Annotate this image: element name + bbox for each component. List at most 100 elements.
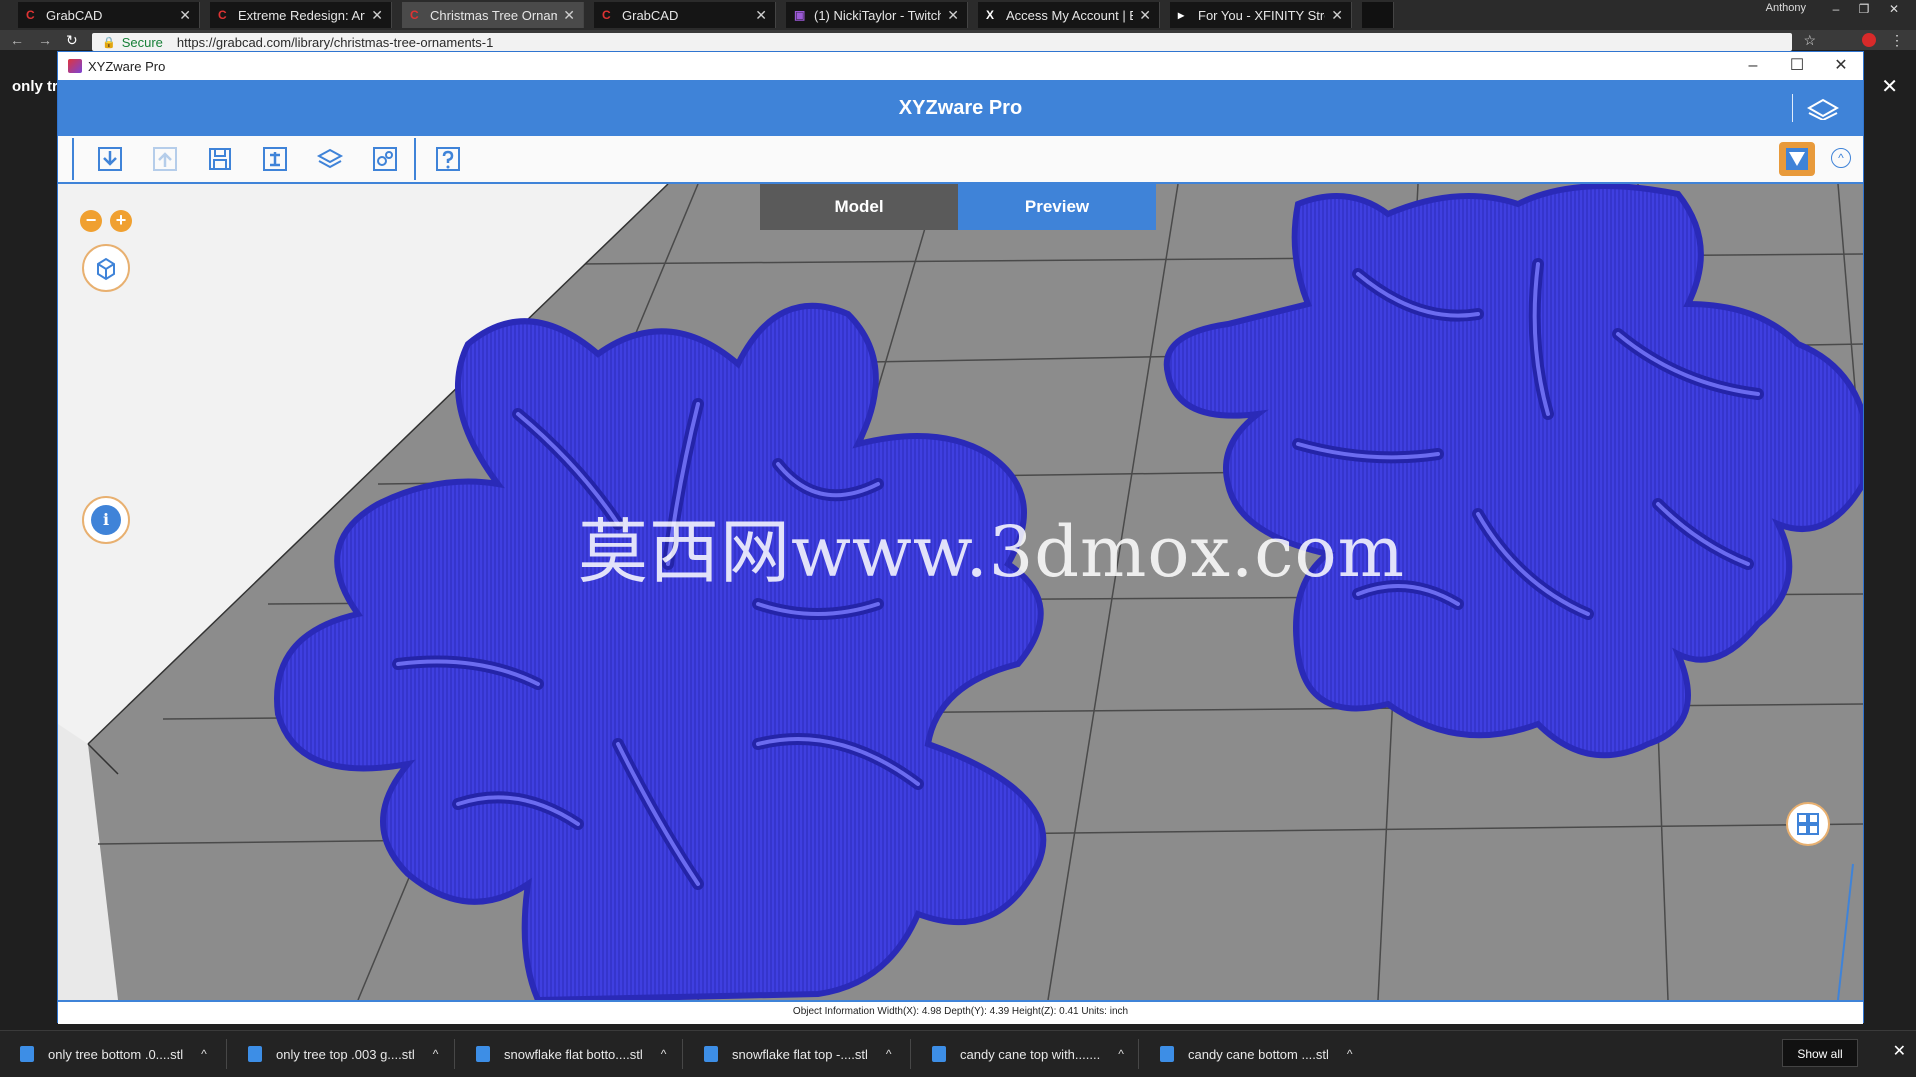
print-icon bbox=[263, 147, 287, 171]
back-icon[interactable]: ← bbox=[10, 32, 24, 48]
download-item[interactable]: candy cane top with....... ^ bbox=[932, 1031, 1124, 1077]
divider bbox=[1138, 1039, 1139, 1069]
close-icon[interactable]: ✕ bbox=[1881, 74, 1898, 99]
browser-tab[interactable]: ▸ For You - XFINITY Stream ✕ bbox=[1170, 2, 1352, 28]
download-item[interactable]: candy cane bottom ....stl ^ bbox=[1160, 1031, 1353, 1077]
plus-icon: + bbox=[115, 210, 127, 230]
xyzware-window: XYZware Pro – ☐ ✕ XYZware Pro ^ Model Pr… bbox=[58, 52, 1863, 1024]
chevron-up-icon[interactable]: ^ bbox=[1347, 1047, 1353, 1061]
twitch-icon: ▣ bbox=[794, 8, 806, 22]
chevron-up-icon[interactable]: ^ bbox=[886, 1047, 892, 1061]
close-icon[interactable]: ✕ bbox=[1331, 7, 1343, 24]
browser-tab[interactable]: X Access My Account | Em ✕ bbox=[978, 2, 1160, 28]
file-icon bbox=[704, 1046, 718, 1062]
chevron-up-icon[interactable]: ^ bbox=[661, 1047, 667, 1061]
chevron-up-icon: ^ bbox=[1838, 151, 1844, 165]
info-button[interactable]: i bbox=[82, 496, 130, 544]
extension-icon[interactable] bbox=[1862, 33, 1876, 47]
close-icon[interactable]: ✕ bbox=[1893, 1041, 1906, 1061]
file-icon bbox=[476, 1046, 490, 1062]
secure-label: Secure bbox=[121, 34, 163, 50]
close-icon[interactable]: ✕ bbox=[371, 7, 383, 24]
close-icon[interactable]: ✕ bbox=[1819, 52, 1863, 80]
url-field[interactable]: 🔒 Secure https://grabcad.com/library/chr… bbox=[92, 33, 1792, 51]
zoom-in-button[interactable]: + bbox=[110, 210, 132, 232]
collapse-toolbar-button[interactable]: ^ bbox=[1831, 148, 1851, 168]
file-icon bbox=[248, 1046, 262, 1062]
export-icon bbox=[153, 147, 177, 171]
download-item[interactable]: snowflake flat top -....stl ^ bbox=[704, 1031, 891, 1077]
object-list-button[interactable] bbox=[1779, 142, 1815, 176]
download-filename: candy cane top with....... bbox=[960, 1046, 1101, 1062]
app-header: XYZware Pro bbox=[58, 80, 1863, 136]
download-filename: snowflake flat top -....stl bbox=[732, 1046, 868, 1062]
show-all-button[interactable]: Show all bbox=[1782, 1039, 1858, 1067]
cube-icon bbox=[97, 257, 115, 281]
close-icon[interactable]: ✕ bbox=[1139, 7, 1151, 24]
reload-icon[interactable]: ↻ bbox=[66, 32, 78, 49]
profile-name[interactable]: Anthony bbox=[1766, 2, 1806, 14]
page-text-snippet: only tr bbox=[12, 78, 58, 95]
view-cube-button[interactable] bbox=[82, 244, 130, 292]
download-item[interactable]: only tree top .003 g....stl ^ bbox=[248, 1031, 438, 1077]
browser-tab[interactable]: C GrabCAD ✕ bbox=[594, 2, 776, 28]
browser-tab[interactable]: C GrabCAD ✕ bbox=[18, 2, 200, 28]
address-bar: ← → ↻ 🔒 Secure https://grabcad.com/libra… bbox=[0, 30, 1916, 51]
layers-button[interactable] bbox=[314, 144, 346, 174]
url-text: https://grabcad.com/library/christmas-tr… bbox=[176, 34, 494, 50]
window-titlebar: XYZware Pro – ☐ ✕ bbox=[58, 52, 1863, 81]
download-filename: candy cane bottom ....stl bbox=[1188, 1046, 1329, 1062]
tab-model[interactable]: Model bbox=[760, 184, 958, 230]
tab-title: (1) NickiTaylor - Twitch bbox=[814, 7, 942, 23]
minus-icon: − bbox=[85, 210, 97, 230]
grabcad-icon: C bbox=[26, 8, 35, 22]
window-title: XYZware Pro bbox=[88, 58, 166, 74]
browser-tab-active[interactable]: C Christmas Tree Ornamen ✕ bbox=[402, 2, 584, 28]
header-divider bbox=[1792, 94, 1793, 122]
close-icon[interactable]: ✕ bbox=[563, 7, 575, 24]
view-layout-button[interactable] bbox=[1786, 802, 1830, 846]
save-button[interactable] bbox=[204, 144, 236, 174]
browser-tab[interactable]: C Extreme Redesign: Art, Ju ✕ bbox=[210, 2, 392, 28]
zoom-out-button[interactable]: − bbox=[80, 210, 102, 232]
grid-view-icon bbox=[1797, 813, 1819, 835]
chevron-up-icon[interactable]: ^ bbox=[1118, 1047, 1124, 1061]
chevron-up-icon[interactable]: ^ bbox=[433, 1047, 439, 1061]
print-button[interactable] bbox=[259, 144, 291, 174]
save-icon bbox=[209, 148, 231, 170]
file-icon bbox=[932, 1046, 946, 1062]
layers-logo-icon[interactable] bbox=[1806, 96, 1840, 122]
close-icon[interactable]: ✕ bbox=[755, 7, 767, 24]
browser-tab[interactable]: ▣ (1) NickiTaylor - Twitch ✕ bbox=[786, 2, 968, 28]
menu-kebab-icon[interactable]: ⋮ bbox=[1890, 32, 1904, 49]
close-icon[interactable]: ✕ bbox=[947, 7, 959, 24]
tab-preview[interactable]: Preview bbox=[958, 184, 1156, 230]
app-icon bbox=[68, 59, 82, 73]
view-mode-tabs: Model Preview bbox=[760, 184, 1156, 230]
export-button[interactable] bbox=[149, 144, 181, 174]
download-item[interactable]: only tree bottom .0....stl ^ bbox=[20, 1031, 207, 1077]
download-shelf: only tree bottom .0....stl ^ only tree to… bbox=[0, 1030, 1916, 1077]
download-item[interactable]: snowflake flat botto....stl ^ bbox=[476, 1031, 666, 1077]
divider bbox=[910, 1039, 911, 1069]
close-icon[interactable]: ✕ bbox=[179, 7, 191, 24]
settings-button[interactable] bbox=[369, 144, 401, 174]
minimize-icon[interactable]: – bbox=[1731, 52, 1775, 80]
restore-icon[interactable]: ❐ bbox=[1850, 0, 1878, 20]
bookmark-star-icon[interactable]: ☆ bbox=[1803, 32, 1816, 49]
chevron-up-icon[interactable]: ^ bbox=[201, 1047, 207, 1061]
3d-viewport[interactable]: Model Preview − + i 莫西网www.3dmox.com bbox=[58, 184, 1863, 1000]
new-tab-button[interactable] bbox=[1362, 2, 1394, 28]
grabcad-icon: C bbox=[602, 8, 611, 22]
import-button[interactable] bbox=[94, 144, 126, 174]
forward-icon[interactable]: → bbox=[38, 32, 52, 48]
help-button[interactable] bbox=[432, 144, 464, 174]
toolbar-divider bbox=[414, 138, 416, 180]
divider bbox=[682, 1039, 683, 1069]
close-icon[interactable]: ✕ bbox=[1880, 0, 1908, 20]
grabcad-icon: C bbox=[410, 8, 419, 22]
minimize-icon[interactable]: – bbox=[1822, 0, 1850, 20]
maximize-icon[interactable]: ☐ bbox=[1775, 52, 1819, 80]
download-filename: snowflake flat botto....stl bbox=[504, 1046, 643, 1062]
tab-title: GrabCAD bbox=[622, 7, 679, 23]
